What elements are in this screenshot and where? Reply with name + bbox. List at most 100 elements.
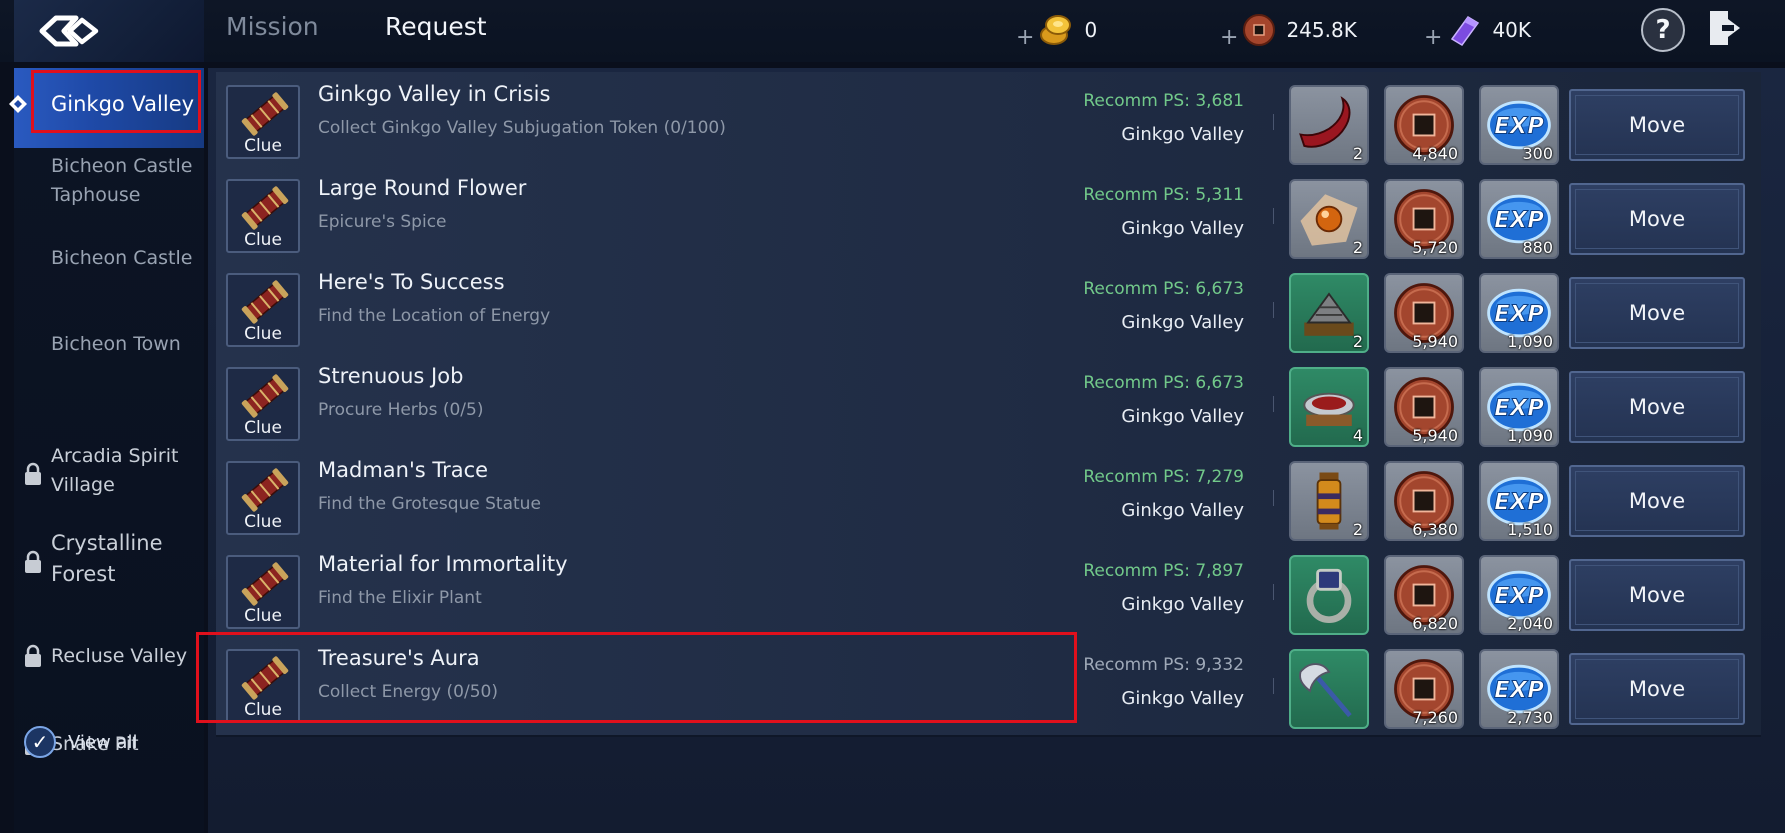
view-all-toggle[interactable]: ✓ View all: [24, 726, 137, 758]
move-button[interactable]: Move: [1569, 183, 1745, 255]
request-title: Here's To Success: [318, 270, 505, 294]
exit-icon: [1710, 11, 1740, 45]
reward-item[interactable]: 4: [1289, 367, 1369, 447]
reward-item[interactable]: [1289, 649, 1369, 729]
reward-coin[interactable]: 5,940: [1384, 367, 1464, 447]
move-button[interactable]: Move: [1569, 371, 1745, 443]
recommended-ps: Recomm PS: 6,673: [1083, 373, 1244, 393]
request-area: Ginkgo Valley: [1121, 218, 1244, 239]
clue-badge[interactable]: Clue: [226, 367, 300, 441]
reward-exp[interactable]: EXP 1,090: [1479, 367, 1559, 447]
lock-icon: [25, 550, 41, 573]
view-all-label: View all: [68, 731, 138, 753]
move-button[interactable]: Move: [1569, 559, 1745, 631]
add-icon[interactable]: +: [1424, 25, 1442, 50]
clue-badge[interactable]: Clue: [226, 461, 300, 535]
reward-exp[interactable]: EXP 2,040: [1479, 555, 1559, 635]
recommended-ps: Recomm PS: 5,311: [1083, 185, 1244, 205]
reward-item[interactable]: 2: [1289, 273, 1369, 353]
scroll-icon: [241, 186, 289, 230]
checkmark-icon[interactable]: ✓: [24, 726, 56, 758]
reward-quantity: 6,820: [1412, 614, 1458, 633]
request-row: Clue Madman's Trace Find the Grotesque S…: [216, 448, 1761, 549]
request-subtitle: Procure Herbs (0/5): [318, 400, 484, 420]
request-area: Ginkgo Valley: [1121, 594, 1244, 615]
currency-gold[interactable]: + 0: [1016, 12, 1097, 50]
copper-coin-icon: [1243, 14, 1276, 46]
add-icon[interactable]: +: [1220, 25, 1238, 50]
reward-exp[interactable]: EXP 2,730: [1479, 649, 1559, 729]
clue-badge[interactable]: Clue: [226, 273, 300, 347]
reward-exp[interactable]: EXP 880: [1479, 179, 1559, 259]
reward-quantity: 5,720: [1412, 238, 1458, 257]
reward-quantity: 2: [1352, 332, 1363, 351]
clue-badge[interactable]: Clue: [226, 85, 300, 159]
request-row: Clue Large Round Flower Epicure's Spice …: [216, 166, 1761, 267]
reward-coin[interactable]: 6,380: [1384, 461, 1464, 541]
move-button[interactable]: Move: [1569, 277, 1745, 349]
svg-text:EXP: EXP: [1494, 678, 1544, 704]
reward-coin[interactable]: 4,840: [1384, 85, 1464, 165]
currency-crystal[interactable]: + 40K: [1424, 12, 1531, 50]
scroll-icon: [241, 374, 289, 418]
reward-item[interactable]: 2: [1289, 85, 1369, 165]
svg-text:EXP: EXP: [1494, 208, 1544, 234]
clue-badge[interactable]: Clue: [226, 179, 300, 253]
scroll-icon: [241, 280, 289, 324]
tab-request[interactable]: Request: [385, 12, 487, 41]
scroll-icon: [241, 92, 289, 136]
request-row: Clue Material for Immortality Find the E…: [216, 542, 1761, 643]
reward-coin[interactable]: 5,720: [1384, 179, 1464, 259]
exit-button[interactable]: [1706, 8, 1746, 48]
move-button[interactable]: Move: [1569, 653, 1745, 725]
divider: [1273, 208, 1274, 224]
reward-item[interactable]: 2: [1289, 461, 1369, 541]
help-button[interactable]: ?: [1641, 8, 1685, 52]
active-marker-icon: [9, 95, 27, 113]
sidebar-item-bicheon-castle[interactable]: Bicheon Castle: [14, 238, 204, 288]
top-bar: Mission Request + 0 + 245.8K + 40K ?: [0, 0, 1785, 62]
reward-quantity: 4,840: [1412, 144, 1458, 163]
sidebar-item-arcadia-spirit-village[interactable]: Arcadia Spirit Village: [14, 442, 204, 508]
tab-mission[interactable]: Mission: [226, 12, 319, 41]
purple-crystal-icon: [1451, 16, 1480, 46]
sidebar-item-crystalline-forest[interactable]: Crystalline Forest: [14, 528, 204, 594]
sidebar-item-recluse-valley[interactable]: Recluse Valley: [14, 638, 204, 678]
move-button[interactable]: Move: [1569, 89, 1745, 161]
reward-coin[interactable]: 6,820: [1384, 555, 1464, 635]
reward-quantity: 2: [1352, 144, 1363, 163]
clue-badge[interactable]: Clue: [226, 555, 300, 629]
scroll-icon: [241, 562, 289, 606]
request-area: Ginkgo Valley: [1121, 406, 1244, 427]
reward-item[interactable]: [1289, 555, 1369, 635]
reward-quantity: 6,380: [1412, 520, 1458, 539]
reward-exp[interactable]: EXP 300: [1479, 85, 1559, 165]
sidebar-item-label: Bicheon Castle: [51, 247, 193, 269]
svg-text:EXP: EXP: [1494, 584, 1544, 610]
sidebar-item-label: Crystalline Forest: [51, 531, 163, 586]
reward-quantity: 1,510: [1507, 520, 1553, 539]
reward-coin[interactable]: 5,940: [1384, 273, 1464, 353]
reward-item[interactable]: 2: [1289, 179, 1369, 259]
clue-label: Clue: [244, 136, 282, 156]
highlight-box: [196, 632, 1077, 723]
request-subtitle: Find the Location of Energy: [318, 306, 551, 326]
reward-coin[interactable]: 7,260: [1384, 649, 1464, 729]
sidebar-item-label: Arcadia Spirit Village: [51, 445, 179, 496]
request-area: Ginkgo Valley: [1121, 124, 1244, 145]
reward-quantity: 2,040: [1507, 614, 1553, 633]
sidebar-item-bicheon-castle-taphouse[interactable]: Bicheon Castle Taphouse: [14, 150, 204, 220]
move-button[interactable]: Move: [1569, 465, 1745, 537]
reward-quantity: 4: [1352, 426, 1363, 445]
currency-coin[interactable]: + 245.8K: [1220, 12, 1357, 50]
divider: [1273, 114, 1274, 130]
request-row: Clue Ginkgo Valley in Crisis Collect Gin…: [216, 72, 1761, 173]
svg-text:EXP: EXP: [1494, 490, 1544, 516]
clue-label: Clue: [244, 230, 282, 250]
add-icon[interactable]: +: [1016, 25, 1034, 50]
reward-exp[interactable]: EXP 1,510: [1479, 461, 1559, 541]
reward-quantity: 2: [1352, 520, 1363, 539]
sidebar-item-bicheon-town[interactable]: Bicheon Town: [14, 330, 204, 380]
recommended-ps: Recomm PS: 9,332: [1083, 655, 1244, 675]
reward-exp[interactable]: EXP 1,090: [1479, 273, 1559, 353]
